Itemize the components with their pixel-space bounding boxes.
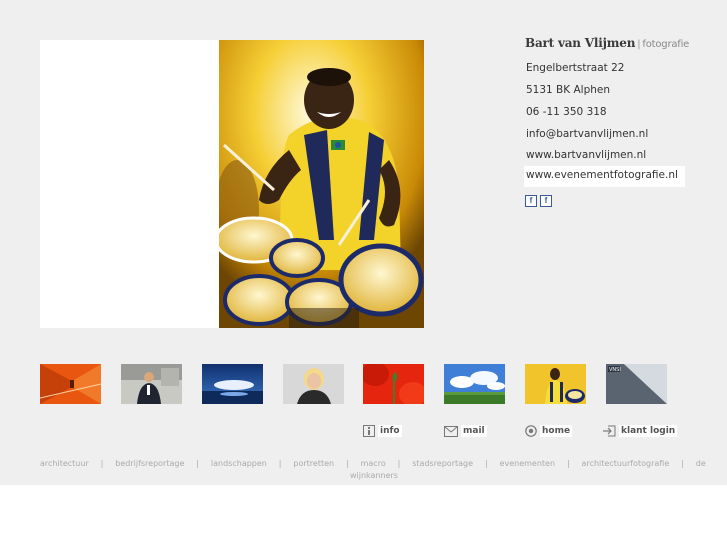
login-label: klant login xyxy=(619,425,678,437)
login-icon xyxy=(603,425,616,437)
thumbnail-landschappen-clouds[interactable] xyxy=(444,364,505,404)
client-login-button[interactable]: klant login xyxy=(603,424,678,438)
city-line: 5131 BK Alphen xyxy=(526,84,611,96)
category-separator: | xyxy=(397,459,401,468)
brand-separator: | xyxy=(637,39,641,50)
brand-name: Bart van Vlijmen xyxy=(525,36,636,50)
info-button[interactable]: info xyxy=(363,424,402,438)
red-flower-thumbnail xyxy=(363,364,424,404)
woman-portrait-thumbnail xyxy=(283,364,344,404)
email-link[interactable]: info@bartvanvlijmen.nl xyxy=(526,128,648,140)
drummer-thumbnail xyxy=(525,364,586,404)
category-link-wijnkanners[interactable]: wijnkanners xyxy=(350,471,398,480)
category-separator: | xyxy=(484,459,488,468)
phone-line: 06 -11 350 318 xyxy=(526,106,607,118)
clouds-field-thumbnail xyxy=(444,364,505,404)
info-icon xyxy=(363,425,375,437)
page: Bart van Vlijmen | fotografie Engelbertstr… xyxy=(0,0,727,545)
thumbnail-macro[interactable] xyxy=(363,364,424,404)
mail-button[interactable]: mail xyxy=(444,424,487,438)
blue-sky-lake-thumbnail xyxy=(202,364,263,404)
website-link-bartvanvlijmen[interactable]: www.bartvanvlijmen.nl xyxy=(526,149,646,161)
man-in-suit-thumbnail xyxy=(121,364,182,404)
category-separator: | xyxy=(346,459,349,468)
drummer-photo-illustration xyxy=(219,40,424,328)
thumbnail-evenementen[interactable] xyxy=(525,364,586,404)
home-icon xyxy=(525,425,537,437)
thumbnail-architectuurfotografie[interactable]: VNSI xyxy=(606,364,667,404)
website-link-evenementfotografie[interactable]: www.evenementfotografie.nl xyxy=(524,166,685,187)
category-link-architectuurfotografie[interactable]: architectuurfotografie xyxy=(582,458,670,470)
category-link-architectuur[interactable]: architectuur xyxy=(40,458,89,470)
category-link-evenementen[interactable]: evenementen xyxy=(500,458,555,470)
brand-tagline: fotografie xyxy=(642,39,690,50)
mail-icon xyxy=(444,425,458,437)
category-link-de[interactable]: de xyxy=(696,458,706,470)
building-sign-thumbnail: VNSI xyxy=(606,364,667,404)
facebook-icon[interactable]: f xyxy=(525,195,537,207)
home-label: home xyxy=(540,425,573,437)
info-label: info xyxy=(378,425,402,437)
main-photo xyxy=(219,40,424,328)
category-separator: | xyxy=(196,459,199,468)
facebook-icon[interactable]: f xyxy=(540,195,552,207)
category-separator: | xyxy=(100,459,104,468)
social-links: f f xyxy=(525,195,552,207)
category-link-portretten[interactable]: portretten xyxy=(293,458,334,470)
thumbnail-portretten[interactable] xyxy=(283,364,344,404)
home-button[interactable]: home xyxy=(525,424,573,438)
orange-corridor-thumbnail xyxy=(40,364,101,404)
category-link-bedrijfsreportage[interactable]: bedrijfsreportage xyxy=(115,458,184,470)
brand-logo[interactable]: Bart van Vlijmen | fotografie xyxy=(525,36,689,50)
category-row: architectuur | bedrijfsreportage | lands… xyxy=(40,458,706,470)
svg-text:VNSI: VNSI xyxy=(609,367,621,373)
category-link-macro[interactable]: macro xyxy=(361,458,386,470)
category-separator: | xyxy=(681,459,684,468)
category-row-wrap: wijnkanners xyxy=(40,470,708,482)
address-line: Engelbertstraat 22 xyxy=(526,62,625,74)
category-link-stadsreportage[interactable]: stadsreportage xyxy=(412,458,473,470)
mail-label: mail xyxy=(461,425,487,437)
thumbnail-landschappen[interactable] xyxy=(202,364,263,404)
category-separator: | xyxy=(566,459,570,468)
category-nav: architectuur | bedrijfsreportage | lands… xyxy=(40,458,708,482)
category-separator: | xyxy=(278,459,282,468)
thumbnail-architectuur[interactable] xyxy=(40,364,101,404)
thumbnail-bedrijfsreportage[interactable] xyxy=(121,364,182,404)
category-link-landschappen[interactable]: landschappen xyxy=(211,458,267,470)
